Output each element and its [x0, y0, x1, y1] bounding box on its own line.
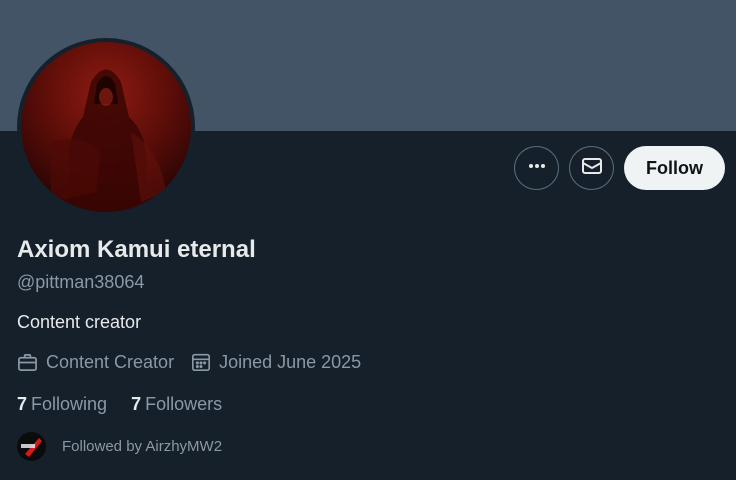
followers-count: 7 — [131, 394, 142, 414]
profile-avatar[interactable] — [17, 38, 195, 216]
profile-joined: Joined June 2025 — [191, 350, 361, 374]
profile-bio: Content creator — [17, 312, 142, 332]
category-label: Content Creator — [46, 352, 175, 372]
follow-button-label: Follow — [646, 157, 703, 178]
more-options-button[interactable] — [514, 146, 559, 190]
followed-by-text: Followed by AirzhyMW2 — [62, 437, 223, 455]
follow-button[interactable]: Follow — [624, 146, 725, 190]
briefcase-icon — [18, 353, 37, 371]
following-count: 7 — [17, 394, 28, 414]
user-handle: @pittman38064 — [17, 272, 145, 292]
profile-stats: 7 Following 7 Followers — [17, 392, 246, 416]
mail-icon — [581, 155, 603, 182]
more-horizontal-icon — [527, 156, 547, 181]
avatar-image — [21, 42, 191, 212]
profile-category: Content Creator — [17, 350, 174, 374]
following-link[interactable]: 7 Following — [17, 392, 107, 416]
followed-by-link[interactable]: Followed by AirzhyMW2 — [17, 432, 222, 461]
follower-avatar — [17, 432, 46, 461]
following-label: Following — [31, 394, 108, 414]
profile-meta: Content Creator Joined June 2025 — [17, 350, 378, 374]
joined-label: Joined June 2025 — [219, 352, 362, 372]
followers-label: Followers — [145, 394, 223, 414]
followers-link[interactable]: 7 Followers — [131, 392, 222, 416]
calendar-icon — [192, 353, 211, 371]
message-button[interactable] — [569, 146, 614, 190]
display-name: Axiom Kamui eternal — [17, 236, 256, 263]
